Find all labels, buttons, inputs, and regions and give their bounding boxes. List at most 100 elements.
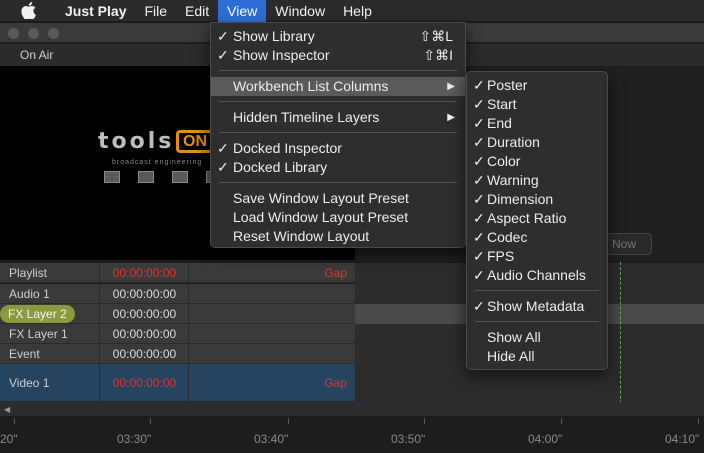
menu-item-docked-inspector[interactable]: ✓ Docked Inspector: [211, 139, 465, 158]
time-ruler[interactable]: 20" 03:30" 03:40" 03:50" 04:00" 04:10": [0, 416, 704, 453]
menu-item-show-library[interactable]: ✓ Show Library ⇧⌘L: [211, 27, 465, 46]
ruler-label: 20": [0, 432, 18, 446]
ruler-tick: [561, 418, 562, 424]
submenu-arrow-icon: ▶: [447, 81, 455, 92]
menu-item-save-window-layout-preset[interactable]: Save Window Layout Preset: [211, 189, 465, 208]
submenu-item-label: Codec: [487, 229, 528, 245]
menu-item-hidden-timeline-layers[interactable]: Hidden Timeline Layers ▶: [211, 108, 465, 127]
submenu-arrow-icon: ▶: [447, 112, 455, 123]
menu-item-workbench-list-columns[interactable]: Workbench List Columns ▶: [211, 77, 465, 96]
track-row-playlist[interactable]: Playlist 00:00:00:00 Gap: [0, 263, 355, 283]
ruler-label: 04:10": [665, 432, 700, 446]
menu-separator: [219, 101, 457, 102]
track-row-fx-layer-1[interactable]: FX Layer 1 00:00:00:00: [0, 324, 355, 344]
ruler-label: 03:50": [391, 432, 426, 446]
checkmark-icon: ✓: [473, 153, 485, 169]
submenu-item-fps[interactable]: ✓ FPS: [467, 247, 607, 266]
track-name: Playlist: [0, 263, 100, 282]
workbench-columns-submenu: ✓ Poster ✓ Start ✓ End ✓ Duration ✓ Color ✓ Wa…: [466, 71, 608, 370]
checkmark-icon: ✓: [217, 47, 229, 63]
menu-separator: [219, 132, 457, 133]
ruler-tick: [150, 418, 151, 424]
menu-item-reset-window-layout[interactable]: Reset Window Layout: [211, 227, 465, 246]
ruler-label: 03:40": [254, 432, 289, 446]
track-row-video-1[interactable]: Video 1 00:00:00:00 Gap: [0, 364, 355, 402]
submenu-item-end[interactable]: ✓ End: [467, 114, 607, 133]
submenu-item-show-metadata[interactable]: ✓ Show Metadata: [467, 297, 607, 316]
checkmark-icon: ✓: [473, 248, 485, 264]
menu-item-label: Load Window Layout Preset: [233, 209, 409, 225]
checkmark-icon: ✓: [473, 172, 485, 188]
submenu-item-codec[interactable]: ✓ Codec: [467, 228, 607, 247]
checkmark-icon: ✓: [217, 159, 229, 175]
logo-tagline: broadcast engineering: [112, 159, 203, 166]
submenu-item-label: Show Metadata: [487, 298, 585, 314]
menu-separator: [475, 290, 599, 291]
track-row-event[interactable]: Event 00:00:00:00: [0, 344, 355, 364]
scroll-left-icon[interactable]: ◀: [4, 405, 10, 414]
menu-file[interactable]: File: [135, 0, 176, 22]
menu-help[interactable]: Help: [334, 0, 381, 22]
ruler-label: 03:30": [117, 432, 152, 446]
submenu-item-label: Aspect Ratio: [487, 210, 567, 226]
menu-window[interactable]: Window: [266, 0, 334, 22]
track-row-audio-1[interactable]: Audio 1 00:00:00:00: [0, 284, 355, 304]
submenu-item-dimension[interactable]: ✓ Dimension: [467, 190, 607, 209]
track-timecode: 00:00:00:00: [101, 263, 189, 282]
apple-icon[interactable]: [18, 1, 38, 21]
menu-item-label: Show Library: [233, 28, 315, 44]
menu-item-docked-library[interactable]: ✓ Docked Library: [211, 158, 465, 177]
submenu-item-start[interactable]: ✓ Start: [467, 95, 607, 114]
submenu-item-duration[interactable]: ✓ Duration: [467, 133, 607, 152]
submenu-item-label: Audio Channels: [487, 267, 586, 283]
menu-item-label: Docked Inspector: [233, 140, 342, 156]
track-timecode: 00:00:00:00: [101, 284, 189, 303]
checkmark-icon: ✓: [217, 28, 229, 44]
submenu-item-hide-all[interactable]: Hide All: [467, 347, 607, 366]
timeline-scrollbar[interactable]: ◀: [0, 402, 704, 416]
track-name-pill: FX Layer 2: [0, 305, 75, 323]
checkmark-icon: ✓: [473, 134, 485, 150]
zoom-window-button[interactable]: [48, 28, 59, 39]
track-name: Video 1: [0, 364, 100, 401]
close-window-button[interactable]: [8, 28, 19, 39]
submenu-item-aspect-ratio[interactable]: ✓ Aspect Ratio: [467, 209, 607, 228]
submenu-item-label: Start: [487, 96, 517, 112]
menu-item-label: Docked Library: [233, 159, 328, 175]
track-name: Event: [0, 344, 100, 363]
checkmark-icon: ✓: [473, 115, 485, 131]
checkmark-icon: ✓: [473, 210, 485, 226]
menu-item-label: Reset Window Layout: [233, 228, 370, 244]
submenu-item-warning[interactable]: ✓ Warning: [467, 171, 607, 190]
track-name: FX Layer 1: [0, 324, 100, 343]
menu-separator: [219, 182, 457, 183]
track-timecode: 00:00:00:00: [101, 344, 189, 363]
menu-item-label: Hidden Timeline Layers: [233, 109, 380, 125]
menu-item-shortcut: ⇧⌘I: [423, 47, 453, 63]
submenu-item-audio-channels[interactable]: ✓ Audio Channels: [467, 266, 607, 285]
checkmark-icon: ✓: [473, 267, 485, 283]
track-timecode: 00:00:00:00: [101, 364, 189, 401]
logo-thumbnail-icon: [172, 171, 188, 183]
menu-item-label: Save Window Layout Preset: [233, 190, 409, 206]
menu-item-show-inspector[interactable]: ✓ Show Inspector ⇧⌘I: [211, 46, 465, 65]
menu-edit[interactable]: Edit: [176, 0, 218, 22]
minimize-window-button[interactable]: [28, 28, 39, 39]
menu-app-name[interactable]: Just Play: [56, 0, 135, 22]
menu-item-label: Workbench List Columns: [233, 78, 389, 94]
on-air-label: On Air: [20, 48, 54, 62]
submenu-item-show-all[interactable]: Show All: [467, 328, 607, 347]
submenu-item-color[interactable]: ✓ Color: [467, 152, 607, 171]
menu-view[interactable]: View: [218, 0, 267, 22]
menu-item-label: Show Inspector: [233, 47, 330, 63]
checkmark-icon: ✓: [473, 77, 485, 93]
checkmark-icon: ✓: [473, 298, 485, 314]
submenu-item-poster[interactable]: ✓ Poster: [467, 76, 607, 95]
menu-item-load-window-layout-preset[interactable]: Load Window Layout Preset: [211, 208, 465, 227]
checkmark-icon: ✓: [473, 96, 485, 112]
track-row-fx-layer-2[interactable]: FX Layer 2 00:00:00:00: [0, 304, 355, 324]
submenu-item-label: Show All: [487, 329, 541, 345]
submenu-item-label: Color: [487, 153, 521, 169]
submenu-item-label: Dimension: [487, 191, 554, 207]
logo-thumbnail-icon: [138, 171, 154, 183]
